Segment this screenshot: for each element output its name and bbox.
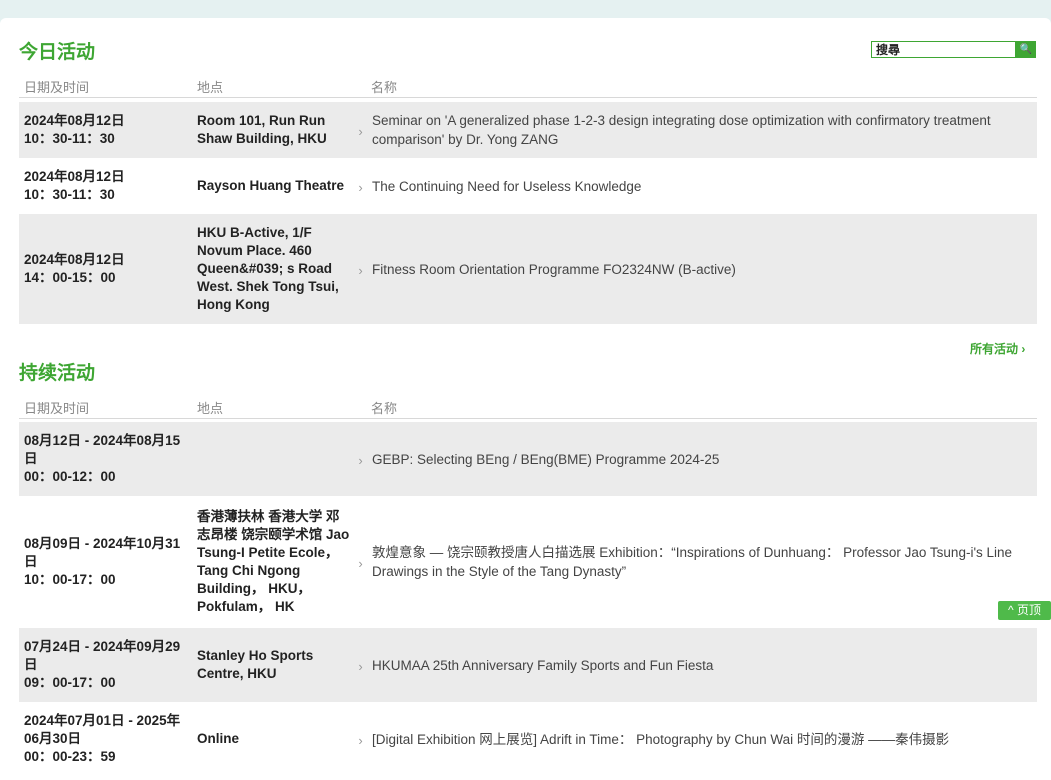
event-name-link[interactable]: [Digital Exhibition 网上展览] Adrift in Time… xyxy=(369,730,1037,749)
event-venue: Rayson Huang Theatre xyxy=(197,178,345,193)
event-date: 2024年07月01日 - 2025年06月30日 00：00-23：59 xyxy=(24,713,181,764)
event-name-link[interactable]: The Continuing Need for Useless Knowledg… xyxy=(369,177,1037,196)
today-row-2[interactable]: 2024年08月12日 10：30-11：30 Rayson Huang The… xyxy=(19,158,1037,214)
event-name-link[interactable]: Fitness Room Orientation Programme FO232… xyxy=(369,260,1037,279)
ongoing-title: 持续活动 xyxy=(19,363,96,384)
event-date: 2024年08月12日 14：00-15：00 xyxy=(24,252,125,285)
col-venue: 地点 xyxy=(197,80,224,95)
event-date: 2024年08月12日 10：30-11：30 xyxy=(24,169,125,202)
event-date: 2024年08月12日 10：30-11：30 xyxy=(24,113,125,146)
col-name: 名称 xyxy=(371,80,398,95)
event-date: 08月12日 - 2024年08月15日 00：00-12：00 xyxy=(24,433,181,484)
event-name-link[interactable]: Seminar on 'A generalized phase 1-2-3 de… xyxy=(369,111,1037,149)
event-name-link[interactable]: GEBP: Selecting BEng / BEng(BME) Program… xyxy=(369,450,1037,469)
chevron-right-icon: › xyxy=(358,179,363,195)
chevron-right-icon: › xyxy=(358,262,363,278)
col-date: 日期及时间 xyxy=(24,401,90,416)
event-venue: 香港薄扶林 香港大学 邓志昂楼 饶宗颐学术馆 Jao Tsung-I Petit… xyxy=(197,509,350,614)
ongoing-row-1[interactable]: 08月12日 - 2024年08月15日 00：00-12：00 › GEBP:… xyxy=(19,422,1037,496)
event-date: 08月09日 - 2024年10月31日 10：00-17：00 xyxy=(24,536,181,587)
ongoing-row-2[interactable]: 08月09日 - 2024年10月31日 10：00-17：00 香港薄扶林 香… xyxy=(19,496,1037,628)
today-row-1[interactable]: 2024年08月12日 10：30-11：30 Room 101, Run Ru… xyxy=(19,102,1037,158)
col-venue: 地点 xyxy=(197,401,224,416)
event-date: 07月24日 - 2024年09月29日 09：00-17：00 xyxy=(24,639,181,690)
today-title: 今日活动 xyxy=(19,42,96,63)
ongoing-row-4[interactable]: 2024年07月01日 - 2025年06月30日 00：00-23：59 On… xyxy=(19,702,1037,776)
chevron-right-icon: › xyxy=(358,732,363,748)
back-to-top-button[interactable]: ^ 页顶 xyxy=(998,601,1051,620)
event-venue: Online xyxy=(197,731,240,746)
ongoing-row-3[interactable]: 07月24日 - 2024年09月29日 09：00-17：00 Stanley… xyxy=(19,628,1037,702)
today-row-3[interactable]: 2024年08月12日 14：00-15：00 HKU B-Active, 1/… xyxy=(19,214,1037,324)
event-name-link[interactable]: 敦煌意象 — 饶宗颐教授唐人白描选展 Exhibition：“Inspirati… xyxy=(369,543,1037,581)
event-venue: Room 101, Run Run Shaw Building, HKU xyxy=(197,113,327,146)
events-panel: 今日活动 搜尋 🔍 日期及时间 地点 名称 2024年08月12日 10：30-… xyxy=(0,18,1051,780)
chevron-right-icon: › xyxy=(358,452,363,468)
ongoing-table-header: 日期及时间 地点 名称 xyxy=(19,392,1037,419)
search-icon: 🔍 xyxy=(1019,44,1033,55)
event-name-link[interactable]: HKUMAA 25th Anniversary Family Sports an… xyxy=(369,656,1037,675)
chevron-right-icon: › xyxy=(358,123,363,139)
col-name: 名称 xyxy=(371,401,398,416)
today-table-header: 日期及时间 地点 名称 xyxy=(19,71,1037,98)
event-venue: Stanley Ho Sports Centre, HKU xyxy=(197,648,314,681)
all-events-link[interactable]: 所有活动 › xyxy=(970,340,1025,357)
chevron-right-icon: › xyxy=(358,658,363,674)
search-input[interactable]: 搜尋 xyxy=(871,41,1016,58)
event-venue: HKU B-Active, 1/F Novum Place. 460 Queen… xyxy=(197,225,339,312)
col-date: 日期及时间 xyxy=(24,80,90,95)
search-button[interactable]: 🔍 xyxy=(1016,41,1036,58)
chevron-right-icon: › xyxy=(358,555,363,571)
